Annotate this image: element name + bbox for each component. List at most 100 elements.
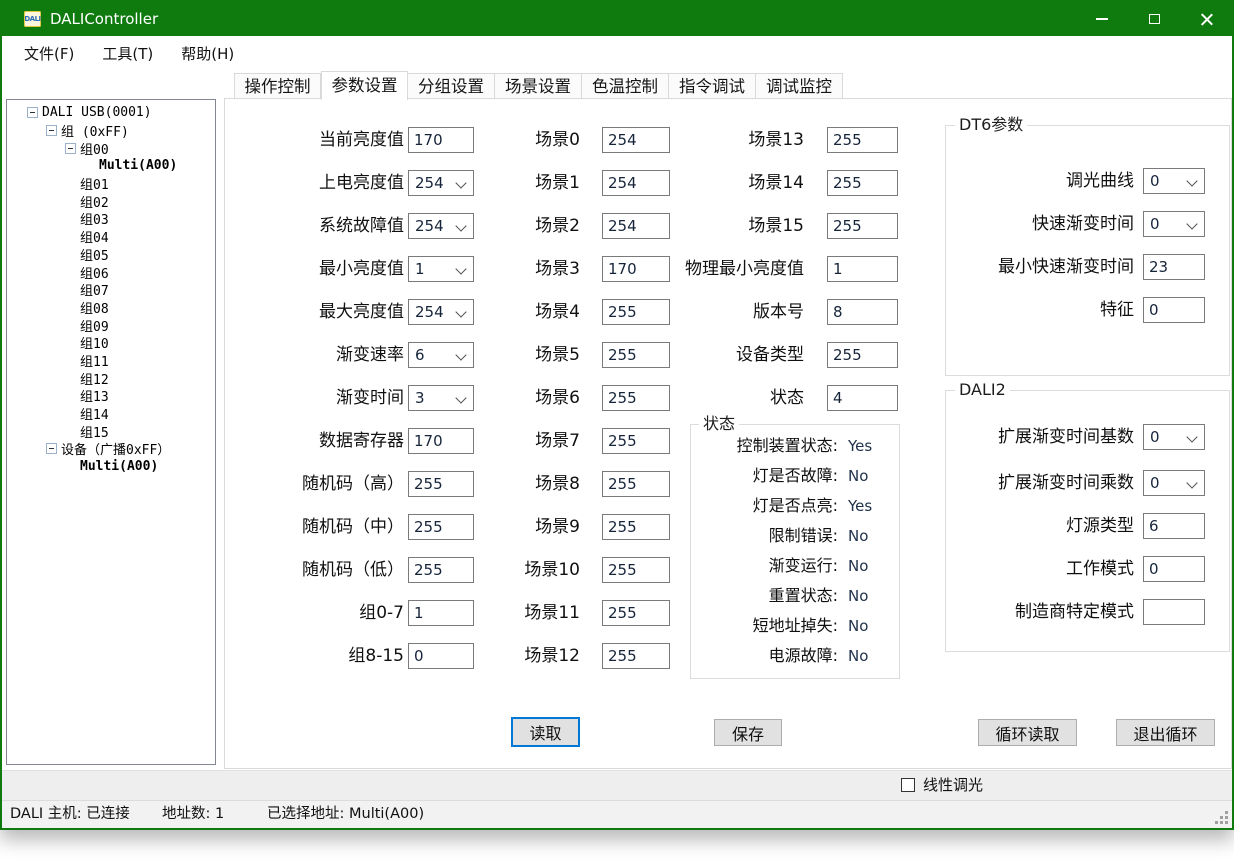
chevron-down-icon	[1186, 175, 1197, 186]
param-input[interactable]	[827, 127, 898, 153]
param-combo[interactable]: 254	[408, 299, 474, 325]
scene-input[interactable]	[602, 471, 670, 497]
tree-expander-icon[interactable]	[46, 125, 57, 136]
scene-input[interactable]	[602, 514, 670, 540]
tree-item[interactable]: 组13	[7, 387, 215, 405]
tree-item[interactable]: 组03	[7, 210, 215, 228]
tree-item[interactable]: 组15	[7, 422, 215, 440]
param-input[interactable]	[827, 170, 898, 196]
tree-item[interactable]: 组06	[7, 263, 215, 281]
read-button[interactable]: 读取	[511, 717, 580, 747]
scene-input[interactable]	[602, 557, 670, 583]
tree-item[interactable]: Multi(A00)	[7, 458, 215, 476]
param-input[interactable]	[408, 557, 474, 583]
tree-item[interactable]: DALI USB(0001)	[7, 104, 215, 122]
param-input[interactable]	[827, 342, 898, 368]
param-input[interactable]	[827, 385, 898, 411]
menu-item-1[interactable]: 工具(T)	[88, 38, 167, 69]
dali2-label: 制造商特定模式	[952, 599, 1134, 625]
param-input[interactable]	[408, 600, 474, 626]
dali2-label: 扩展渐变时间基数	[952, 424, 1134, 450]
linear-dimming-checkbox[interactable]	[901, 778, 915, 792]
scene-input[interactable]	[602, 600, 670, 626]
tree-item-label: 组09	[80, 316, 109, 335]
scene-input[interactable]	[602, 299, 670, 325]
param-combo[interactable]: 3	[408, 385, 474, 411]
tab-6[interactable]: 调试监控	[756, 73, 843, 99]
tree-item-label: Multi(A00)	[80, 459, 158, 474]
param-combo[interactable]: 254	[408, 213, 474, 239]
resize-grip-icon[interactable]	[1216, 812, 1228, 824]
dali2-input[interactable]	[1143, 556, 1205, 582]
scene-input[interactable]	[602, 256, 670, 282]
tree-item-label: 组15	[80, 422, 109, 441]
dali2-combo[interactable]: 0	[1143, 424, 1205, 450]
tree-item[interactable]: 组11	[7, 352, 215, 370]
param-label: 组0-7	[240, 600, 404, 626]
tree-item[interactable]: Multi(A00)	[7, 157, 215, 175]
dt6-input[interactable]	[1143, 254, 1205, 280]
tree-item[interactable]: 组12	[7, 369, 215, 387]
close-button[interactable]	[1180, 2, 1232, 36]
tree-item[interactable]: 组14	[7, 405, 215, 423]
tab-strip: 操作控制参数设置分组设置场景设置色温控制指令调试调试监控	[234, 70, 843, 99]
tree-item[interactable]: 组09	[7, 316, 215, 334]
param-input[interactable]	[827, 256, 898, 282]
param-combo[interactable]: 1	[408, 256, 474, 282]
tree-item[interactable]: 组00	[7, 139, 215, 157]
tree-item[interactable]: 设备（广播0xFF）	[7, 440, 215, 458]
menu-bar: 文件(F)工具(T)帮助(H)	[2, 36, 1232, 71]
tree-item[interactable]: 组07	[7, 281, 215, 299]
tree-expander-icon[interactable]	[65, 143, 76, 154]
tab-3[interactable]: 场景设置	[495, 73, 582, 99]
dali2-combo[interactable]: 0	[1143, 470, 1205, 496]
param-input[interactable]	[408, 471, 474, 497]
param-combo[interactable]: 254	[408, 170, 474, 196]
tab-1[interactable]: 参数设置	[321, 71, 408, 100]
minimize-button[interactable]	[1076, 2, 1128, 36]
tab-5[interactable]: 指令调试	[669, 73, 756, 99]
dt6-combo[interactable]: 0	[1143, 211, 1205, 237]
tree-item[interactable]: 组05	[7, 246, 215, 264]
maximize-button[interactable]	[1128, 2, 1180, 36]
scene-input[interactable]	[602, 170, 670, 196]
tree-item[interactable]: 组04	[7, 228, 215, 246]
tab-2[interactable]: 分组设置	[408, 73, 495, 99]
loop-read-button[interactable]: 循环读取	[978, 719, 1077, 746]
status-row-value: No	[848, 645, 868, 667]
param-combo[interactable]: 6	[408, 342, 474, 368]
scene-input[interactable]	[602, 213, 670, 239]
dt6-input[interactable]	[1143, 297, 1205, 323]
param-input[interactable]	[408, 127, 474, 153]
param-label: 随机码（低）	[240, 557, 404, 583]
tree-item[interactable]: 组 (0xFF)	[7, 122, 215, 140]
scene-input[interactable]	[602, 643, 670, 669]
tab-4[interactable]: 色温控制	[582, 73, 669, 99]
menu-item-2[interactable]: 帮助(H)	[167, 38, 248, 69]
dt6-combo[interactable]: 0	[1143, 168, 1205, 194]
param-input[interactable]	[827, 213, 898, 239]
scene-input[interactable]	[602, 127, 670, 153]
tree-item[interactable]: 组01	[7, 175, 215, 193]
scene-input[interactable]	[602, 342, 670, 368]
menu-item-0[interactable]: 文件(F)	[10, 38, 88, 69]
scene-label: 场景2	[480, 213, 580, 239]
param-label: 渐变速率	[240, 342, 404, 368]
tab-0[interactable]: 操作控制	[234, 73, 321, 99]
tree-item[interactable]: 组10	[7, 334, 215, 352]
dali2-input[interactable]	[1143, 513, 1205, 539]
tree-item[interactable]: 组08	[7, 299, 215, 317]
param-input[interactable]	[408, 643, 474, 669]
tree-item[interactable]: 组02	[7, 192, 215, 210]
exit-loop-button[interactable]: 退出循环	[1116, 719, 1215, 746]
scene-input[interactable]	[602, 428, 670, 454]
param-input[interactable]	[827, 299, 898, 325]
save-button[interactable]: 保存	[714, 719, 782, 746]
param-input[interactable]	[408, 514, 474, 540]
param-combo-value: 6	[415, 346, 425, 364]
dali2-input[interactable]	[1143, 599, 1205, 625]
tree-expander-icon[interactable]	[27, 107, 38, 118]
scene-input[interactable]	[602, 385, 670, 411]
param-input[interactable]	[408, 428, 474, 454]
tree-expander-icon[interactable]	[46, 443, 57, 454]
